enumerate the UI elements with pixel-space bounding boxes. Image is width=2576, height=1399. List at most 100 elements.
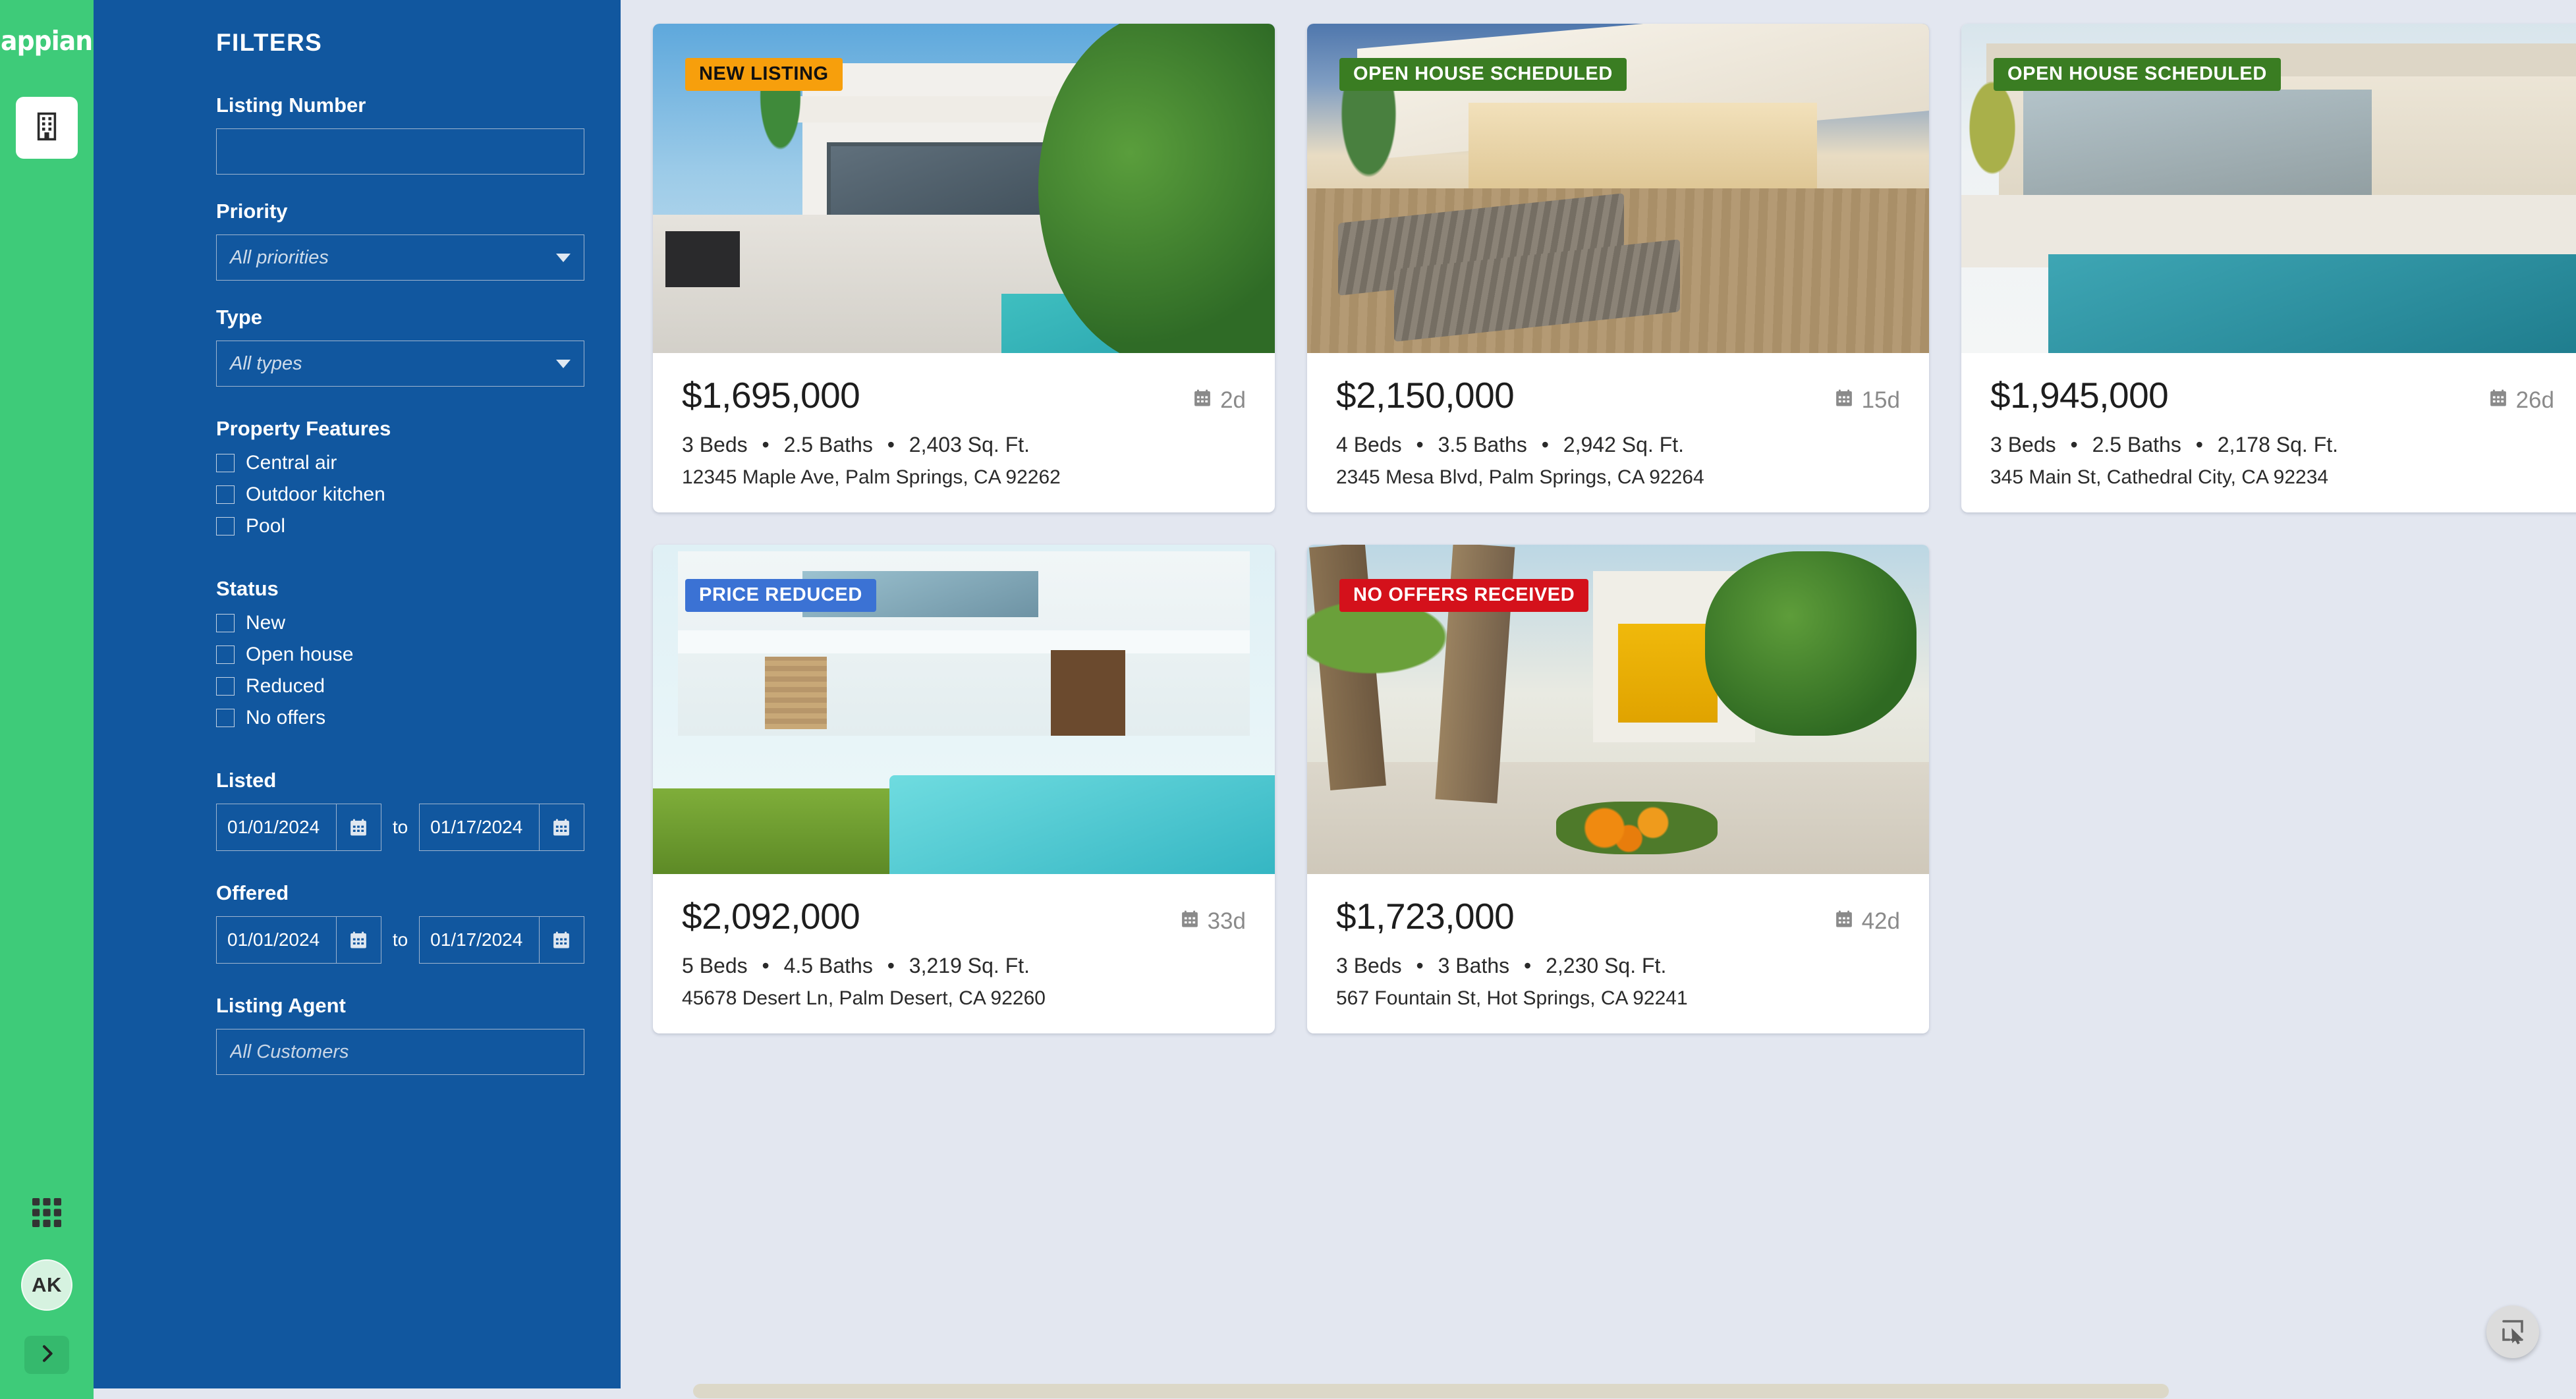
beds: 3 Beds — [1336, 954, 1402, 977]
priority-dropdown[interactable]: All priorities — [216, 234, 584, 281]
filter-listed-date-range: Listed 01/01/2024 to 01/17/2024 — [216, 769, 584, 851]
baths: 3 Baths — [1438, 954, 1510, 977]
priority-value: All priorities — [230, 246, 329, 268]
chevron-right-icon — [36, 1343, 57, 1367]
sqft: 2,178 Sq. Ft. — [2217, 433, 2339, 456]
building-icon — [32, 111, 61, 145]
chevron-down-icon — [556, 359, 571, 368]
sqft: 2,403 Sq. Ft. — [909, 433, 1030, 456]
days-on-market: 15d — [1834, 387, 1900, 414]
checkbox-box[interactable] — [216, 645, 235, 664]
calendar-icon[interactable] — [538, 917, 584, 963]
horizontal-scrollbar[interactable] — [621, 1381, 2576, 1399]
checkbox-label: Outdoor kitchen — [246, 483, 385, 505]
listing-photo[interactable]: PRICE REDUCED — [653, 545, 1275, 874]
filter-offered-date-range: Offered 01/01/2024 to 01/17/2024 — [216, 881, 584, 964]
listing-photo[interactable]: NEW LISTING — [653, 24, 1275, 353]
checkbox-box[interactable] — [216, 454, 235, 472]
listing-specs: 3 Beds • 2.5 Baths • 2,403 Sq. Ft. — [682, 433, 1246, 457]
checkbox-central-air[interactable]: Central air — [216, 452, 584, 474]
listing-photo[interactable]: OPEN HOUSE SCHEDULED — [1307, 24, 1929, 353]
scrollbar-thumb[interactable] — [693, 1384, 2169, 1398]
offered-from-value: 01/01/2024 — [227, 929, 320, 950]
baths: 2.5 Baths — [783, 433, 873, 456]
calendar-icon[interactable] — [335, 917, 381, 963]
checkbox-pool[interactable]: Pool — [216, 515, 584, 537]
checkbox-box[interactable] — [216, 517, 235, 535]
appian-logo[interactable]: appian — [1, 28, 93, 55]
days-on-market: 2d — [1192, 387, 1246, 414]
calendar-icon — [1180, 908, 1200, 935]
chevron-down-icon — [556, 253, 571, 262]
listing-price: $1,945,000 — [1990, 375, 2169, 416]
listed-from-datepicker[interactable]: 01/01/2024 — [216, 804, 381, 851]
days-value: 33d — [1207, 908, 1246, 934]
listing-number-input[interactable] — [216, 128, 584, 175]
filter-listing-agent: Listing Agent — [216, 994, 584, 1075]
baths: 4.5 Baths — [783, 954, 873, 977]
listing-card[interactable]: PRICE REDUCED $2,092,000 33d 5 Beds • 4.… — [653, 545, 1275, 1033]
offered-to-datepicker[interactable]: 01/17/2024 — [419, 916, 584, 964]
days-value: 2d — [1220, 387, 1246, 413]
listing-agent-input[interactable] — [216, 1029, 584, 1075]
sqft: 3,219 Sq. Ft. — [909, 954, 1030, 977]
status-badge: OPEN HOUSE SCHEDULED — [1994, 58, 2281, 91]
listing-card[interactable]: OPEN HOUSE SCHEDULED $2,150,000 15d 4 Be… — [1307, 24, 1929, 512]
priority-label: Priority — [216, 200, 288, 223]
status-badge: OPEN HOUSE SCHEDULED — [1339, 58, 1627, 91]
offered-label: Offered — [216, 881, 289, 904]
app-window: appian AK FILTERS Listing Number Priorit… — [0, 0, 2576, 1399]
listing-price: $2,150,000 — [1336, 375, 1515, 416]
days-on-market: 42d — [1834, 908, 1900, 935]
days-value: 15d — [1861, 387, 1900, 413]
app-grid-icon[interactable] — [31, 1197, 63, 1232]
checkbox-box[interactable] — [216, 709, 235, 727]
spec-separator: • — [1416, 433, 1424, 456]
offered-to-separator: to — [392, 929, 408, 950]
checkbox-box[interactable] — [216, 485, 235, 504]
spec-separator: • — [1416, 954, 1424, 977]
listing-card[interactable]: NEW LISTING $1,695,000 2d 3 Beds • 2.5 B… — [653, 24, 1275, 512]
checkbox-status-new[interactable]: New — [216, 612, 584, 634]
listing-address: 567 Fountain St, Hot Springs, CA 92241 — [1336, 987, 1688, 1009]
checkbox-status-reduced[interactable]: Reduced — [216, 675, 584, 698]
calendar-icon[interactable] — [335, 804, 381, 850]
spec-separator: • — [2195, 433, 2203, 456]
checkbox-outdoor-kitchen[interactable]: Outdoor kitchen — [216, 483, 584, 506]
days-value: 26d — [2515, 387, 2554, 413]
type-dropdown[interactable]: All types — [216, 341, 584, 387]
calendar-icon — [1192, 387, 1212, 414]
listing-price: $1,695,000 — [682, 375, 860, 416]
spec-separator: • — [762, 954, 770, 977]
sidebar-item-properties[interactable] — [16, 97, 78, 159]
listings-grid-area: NEW LISTING $1,695,000 2d 3 Beds • 2.5 B… — [621, 0, 2576, 1399]
listing-specs: 3 Beds • 2.5 Baths • 2,178 Sq. Ft. — [1990, 433, 2554, 457]
select-region-button[interactable] — [2486, 1305, 2539, 1358]
avatar[interactable]: AK — [21, 1259, 72, 1311]
offered-to-value: 01/17/2024 — [430, 929, 523, 950]
listing-card[interactable]: NO OFFERS RECEIVED $1,723,000 42d 3 Beds… — [1307, 545, 1929, 1033]
offered-from-datepicker[interactable]: 01/01/2024 — [216, 916, 381, 964]
listing-card[interactable]: OPEN HOUSE SCHEDULED $1,945,000 26d 3 Be… — [1961, 24, 2576, 512]
listing-address: 12345 Maple Ave, Palm Springs, CA 92262 — [682, 466, 1061, 488]
checkbox-box[interactable] — [216, 677, 235, 696]
beds: 3 Beds — [682, 433, 748, 456]
checkbox-label: Open house — [246, 644, 354, 665]
checkbox-box[interactable] — [216, 614, 235, 632]
listing-details: $1,695,000 2d 3 Beds • 2.5 Baths • 2,403… — [653, 353, 1275, 512]
checkbox-label: Central air — [246, 452, 337, 474]
listing-details: $1,945,000 26d 3 Beds • 2.5 Baths • 2,17… — [1961, 353, 2576, 512]
filter-priority: Priority All priorities — [216, 200, 584, 281]
checkbox-status-open-house[interactable]: Open house — [216, 644, 584, 666]
filter-listing-number: Listing Number — [216, 94, 584, 175]
listing-photo[interactable]: OPEN HOUSE SCHEDULED — [1961, 24, 2576, 353]
listed-to-datepicker[interactable]: 01/17/2024 — [419, 804, 584, 851]
calendar-icon[interactable] — [538, 804, 584, 850]
checkbox-label: No offers — [246, 707, 326, 728]
status-badge: NEW LISTING — [685, 58, 843, 91]
checkbox-status-no-offers[interactable]: No offers — [216, 707, 584, 729]
listing-photo[interactable]: NO OFFERS RECEIVED — [1307, 545, 1929, 874]
rail-bottom-group: AK — [0, 1197, 94, 1374]
expand-sidebar-button[interactable] — [24, 1336, 69, 1374]
status-badge: PRICE REDUCED — [685, 579, 876, 612]
